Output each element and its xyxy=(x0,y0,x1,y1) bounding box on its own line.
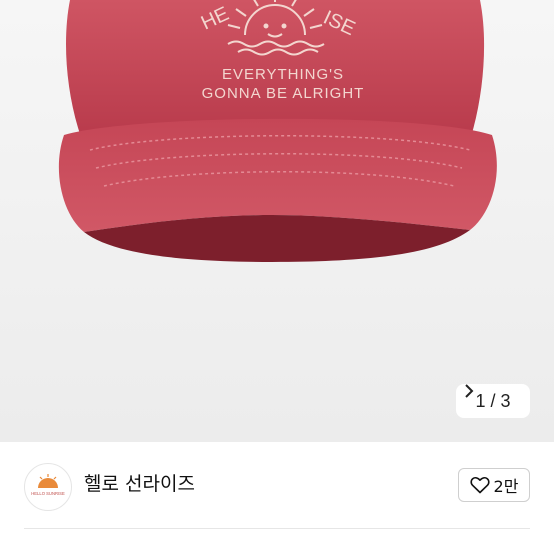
chevron-right-icon xyxy=(465,384,474,398)
brand-name[interactable]: 헬로 선라이즈 xyxy=(84,469,195,496)
section-divider xyxy=(24,528,530,529)
embroidery-line-2: GONNA BE ALRIGHT xyxy=(202,85,365,102)
sunrise-logo-icon: HELLO SUNRISE xyxy=(31,474,65,496)
brand-row[interactable]: HELLO SUNRISE 헬로 선라이즈 2만 xyxy=(0,442,554,528)
embroidery-line-1: EVERYTHING'S xyxy=(222,66,344,83)
like-count: 2만 xyxy=(493,477,519,496)
logo-text: HELLO SUNRISE xyxy=(31,491,65,496)
red-cap-photo: HE ISE EVERYTHING'S GONNA BE ALRIGHT xyxy=(58,0,497,262)
heart-icon xyxy=(469,476,490,494)
image-pager-button[interactable]: 1 / 3 xyxy=(456,384,530,418)
pager-text: 1 / 3 xyxy=(475,390,511,411)
like-button[interactable]: 2만 xyxy=(458,468,530,502)
brand-logo[interactable]: HELLO SUNRISE xyxy=(24,463,72,511)
product-image-carousel[interactable]: HE ISE EVERYTHING'S GONNA BE ALRIGHT 1 /… xyxy=(0,0,554,442)
